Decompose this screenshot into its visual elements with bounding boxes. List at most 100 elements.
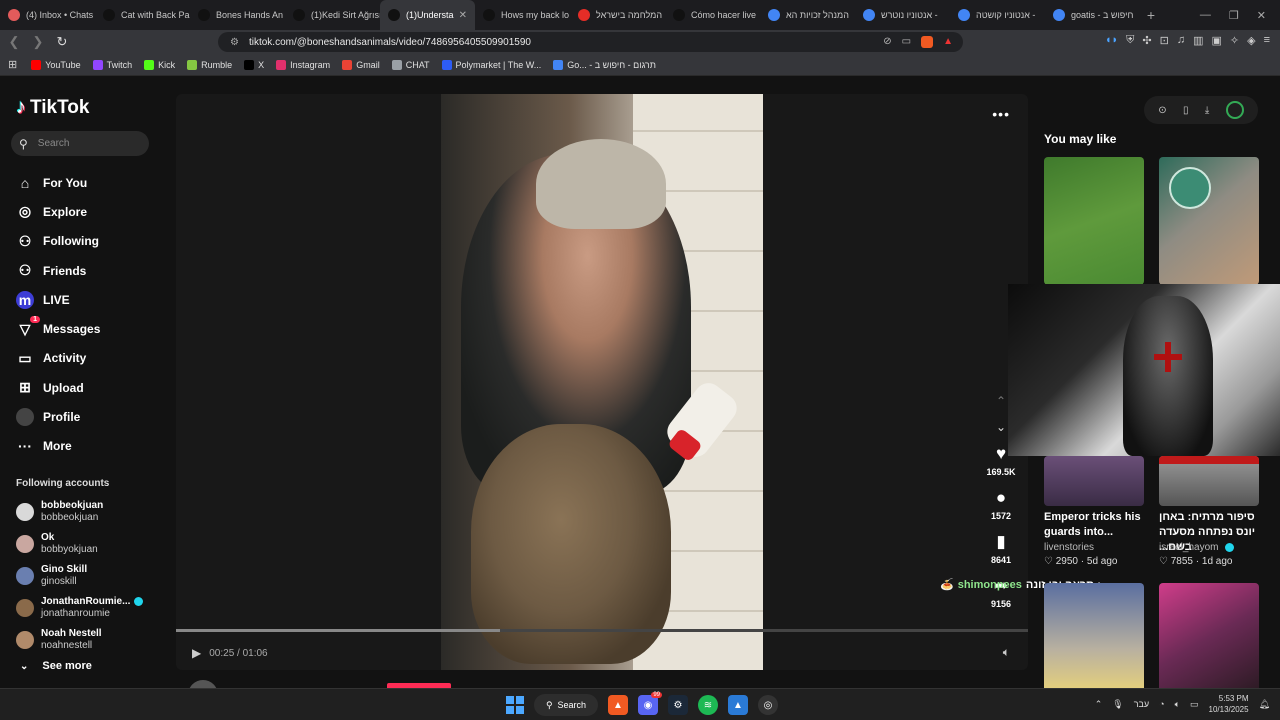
following-account[interactable]: Gino Skill ginoskill [16, 560, 143, 592]
sidebar-item-messages[interactable]: ▽ 1 Messages [16, 314, 100, 343]
following-account[interactable]: Ok bobbyokjuan [16, 528, 143, 560]
suggested-video-thumb[interactable] [1044, 157, 1144, 285]
menu-icon[interactable]: ≡ [1264, 34, 1270, 47]
video-progress-bar[interactable] [176, 629, 1028, 632]
translate-icon[interactable]: ◖◗ [1105, 34, 1118, 47]
suggested-video-thumb[interactable] [1159, 583, 1259, 688]
suggested-video-thumb[interactable] [1044, 456, 1144, 506]
browser-tab[interactable]: goatis - חיפוש ב [1045, 0, 1140, 30]
suggested-title[interactable]: Emperor tricks his guards into... [1044, 510, 1154, 540]
bookmark-item[interactable]: Gmail [342, 59, 380, 70]
suggested-user[interactable]: israel_hayom [1159, 542, 1235, 553]
brave-rewards-icon[interactable]: ▲ [943, 36, 953, 48]
wallet-icon[interactable]: ▣ [1211, 34, 1221, 47]
close-window-icon[interactable]: ✕ [1257, 9, 1266, 22]
close-tab-icon[interactable]: ✕ [459, 10, 467, 21]
device-icon[interactable]: ▯ [1183, 105, 1189, 116]
float-player-icon[interactable]: ⊙ [1158, 105, 1166, 116]
user-avatar[interactable] [1225, 101, 1244, 119]
see-more-button[interactable]: ⌄ See more [20, 660, 92, 672]
shield-icon[interactable]: ⛨ [1126, 34, 1134, 47]
bookmark-item[interactable]: Kick [144, 59, 175, 70]
site-settings-icon[interactable]: ⚙ [230, 37, 239, 48]
battery-icon[interactable]: ▭ [1190, 699, 1199, 710]
browser-tab[interactable]: המנהל זכויות הא [760, 0, 855, 30]
following-account[interactable]: bobbeokjuan bobbeokjuan [16, 496, 143, 528]
sidebar-item-profile[interactable]: Profile [16, 402, 100, 431]
browser-tab[interactable]: אנטוניו קושטה - [950, 0, 1045, 30]
following-account[interactable]: JonathanRoumie... jonathanroumie [16, 592, 144, 624]
sidebar-item-more[interactable]: ··· More [16, 432, 100, 461]
forward-icon[interactable]: ❯ [28, 34, 48, 50]
bookmark-item[interactable]: X [244, 59, 264, 70]
tray-chevron-icon[interactable]: ⌃ [1095, 699, 1103, 710]
following-account[interactable]: Noah Nestell noahnestell [16, 624, 143, 656]
sidebar-item-activity[interactable]: ▭ Activity [16, 344, 100, 373]
spotify-icon[interactable]: ≋ [698, 695, 718, 715]
suggested-video-thumb[interactable] [1159, 456, 1259, 506]
music-icon[interactable]: ♫ [1177, 34, 1185, 47]
sidebar-item-live[interactable]: m LIVE [16, 285, 100, 314]
language-indicator[interactable]: עבר [1134, 699, 1149, 709]
bookmark-item[interactable]: Go... - תרגום - חיפוש ב [553, 59, 656, 70]
suggested-user[interactable]: livenstories [1044, 542, 1094, 553]
cast-icon[interactable]: ▭ [902, 36, 911, 48]
browser-tab[interactable]: Cómo hacer live [665, 0, 760, 30]
clock[interactable]: 5:53 PM 10/13/2025 [1209, 693, 1249, 715]
author-row[interactable]: boneshandsanimals [188, 680, 354, 688]
browser-tab[interactable]: Bones Hands An [190, 0, 285, 30]
obs-icon[interactable]: ◎ [758, 695, 778, 715]
no-tracking-icon[interactable]: ⊘ [883, 36, 891, 48]
volume-icon[interactable]: 🔈︎ [1003, 645, 1010, 660]
apps-grid-icon[interactable]: ⊞ [8, 58, 17, 71]
browser-tab[interactable]: (4) Inbox • Chats [0, 0, 95, 30]
sidebar-item-following[interactable]: ⚇ Following [16, 227, 100, 256]
microphone-icon[interactable]: 🎙︎ [1112, 699, 1123, 710]
notification-bell-icon[interactable]: 🔔︎ [1259, 699, 1270, 710]
previous-video-icon[interactable]: ⌃ [996, 388, 1006, 414]
bookmark-item[interactable]: Polymarket | The W... [441, 59, 541, 70]
author-avatar[interactable] [188, 680, 218, 688]
speaker-icon[interactable]: 🔈︎ [1175, 699, 1180, 710]
bookmark-item[interactable]: Twitch [92, 59, 132, 70]
browser-tab[interactable]: (1)Kedi Sirt Ağrısı [285, 0, 380, 30]
tiktok-logo[interactable]: ♪ TikTok [16, 96, 89, 119]
bookmark-item[interactable]: YouTube [31, 59, 81, 70]
sidebar-item-upload[interactable]: ⊞ Upload [16, 373, 100, 402]
browser-tab[interactable]: המלחמה בישראל [570, 0, 665, 30]
brave-browser-icon[interactable]: ▲ [608, 695, 628, 715]
browser-tab[interactable]: Cat with Back Pa [95, 0, 190, 30]
photos-icon[interactable]: ▲ [728, 695, 748, 715]
restore-icon[interactable]: ❐ [1229, 9, 1239, 22]
back-icon[interactable]: ❮ [4, 34, 24, 50]
video-frame[interactable] [441, 94, 763, 670]
comment-button[interactable]: ● 1572 [982, 488, 1020, 532]
minimize-icon[interactable]: — [1200, 9, 1211, 22]
windows-start-icon[interactable] [506, 696, 524, 714]
url-field[interactable]: ⚙ tiktok.com/@boneshandsanimals/video/74… [218, 32, 963, 52]
sidebar-item-for-you[interactable]: ⌂ For You [16, 168, 100, 197]
bookmark-item[interactable]: Instagram [276, 59, 330, 70]
browser-tab[interactable]: (1)Understa ✕ [380, 0, 475, 30]
suggested-video-thumb[interactable] [1159, 157, 1259, 285]
reload-icon[interactable]: ↻ [52, 34, 72, 50]
browser-tab[interactable]: Hows my back lo [475, 0, 570, 30]
steam-icon[interactable]: ⚙ [668, 695, 688, 715]
search-input[interactable]: ⚲ Search [11, 131, 149, 156]
browser-tab[interactable]: אנטוניו נוטרש - [855, 0, 950, 30]
wifi-icon[interactable]: ◔ [1159, 699, 1164, 709]
bookmark-item[interactable]: CHAT [391, 59, 430, 70]
sidebar-item-friends[interactable]: ⚇ Friends [16, 256, 100, 285]
video-player[interactable]: ••• ▶ 00:25 / 01:06 🔈︎ [176, 94, 1028, 670]
play-icon[interactable]: ▶ [192, 646, 201, 660]
download-icon[interactable]: ⤓ [1205, 105, 1209, 116]
puzzle-icon[interactable]: ✣ [1142, 34, 1151, 47]
sidebar-item-explore[interactable]: ◎ Explore [16, 197, 100, 226]
bookmark-item[interactable]: Rumble [187, 59, 232, 70]
save-button[interactable]: ▮ 8641 [982, 532, 1020, 576]
discord-icon[interactable]: ◉ 99 [638, 692, 662, 715]
taskbar-search[interactable]: ⚲ Search [534, 694, 598, 716]
sidebar-toggle-icon[interactable]: ▥ [1193, 34, 1203, 47]
brave-shield-icon[interactable] [921, 36, 934, 48]
screenshot-icon[interactable]: ⊡ [1160, 34, 1169, 47]
